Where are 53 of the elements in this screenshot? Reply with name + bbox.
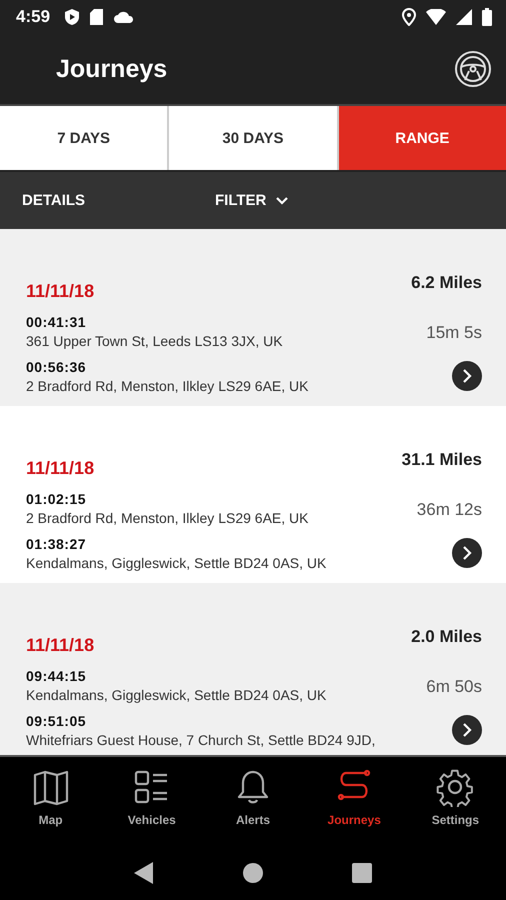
chevron-right-icon [461,722,473,738]
steering-wheel-icon[interactable] [454,50,492,88]
filter-dropdown[interactable]: FILTER [215,192,288,209]
start-time: 01:02:15 [26,491,88,507]
journey-date: 11/11/18 [26,281,96,302]
start-time: 09:44:15 [26,668,88,684]
page-title: Journeys [56,54,168,84]
shield-icon [64,8,80,26]
wifi-icon [426,9,446,25]
open-journey-button[interactable] [452,538,482,568]
nav-tab[interactable]: Settings [404,757,506,845]
chevron-right-icon [461,368,473,384]
details-button[interactable]: DETAILS [22,192,215,209]
signal-icon [456,9,472,25]
tab[interactable]: RANGE [338,106,506,170]
chevron-right-icon [461,545,473,561]
tab[interactable]: 30 DAYS [169,106,337,170]
back-icon[interactable] [134,862,154,884]
end-address: Kendalmans, Giggleswick, Settle BD24 0AS, UK [26,555,328,571]
chevron-down-icon [276,196,288,204]
location-icon [402,8,416,26]
open-journey-button[interactable] [452,715,482,745]
journey-duration: 15m 5s [426,323,482,343]
end-time: 09:51:05 [26,713,88,729]
start-address: 2 Bradford Rd, Menston, Ilkley LS29 6AE, UK [26,510,310,526]
journey-duration: 36m 12s [416,500,482,520]
journey-distance: 2.0 Miles [411,627,482,647]
cloud-icon [113,11,134,23]
journey-distance: 31.1 Miles [402,450,482,470]
journey-date: 11/11/18 [26,458,96,479]
home-icon[interactable] [242,862,263,882]
end-time: 00:56:36 [26,359,88,375]
sd-card-icon [90,9,104,25]
journey-duration: 6m 50s [426,677,482,697]
battery-icon [482,8,492,26]
status-time: 4:59 [16,7,50,27]
start-time: 00:41:31 [26,314,88,330]
end-time: 01:38:27 [26,536,88,552]
tab[interactable]: 7 DAYS [0,106,168,170]
nav-tab[interactable]: Journeys [304,757,405,845]
start-address: 361 Upper Town St, Leeds LS13 3JX, UK [26,333,284,349]
nav-tab[interactable]: Vehicles [101,757,202,845]
nav-tab[interactable]: Alerts [202,757,304,845]
open-journey-button[interactable] [452,361,482,391]
journey-distance: 6.2 Miles [411,273,482,293]
nav-tab[interactable]: Map [0,757,102,845]
recents-icon[interactable] [352,862,372,882]
journey-card[interactable]: 11/11/18 01:02:15 2 Bradford Rd, Menston, Ilkley LS29 6AE, UK 01:38:27 Kendalmans, Giggleswick, Settle BD24 0AS, UK 31.1 Miles 36m 12s [0,406,506,583]
end-address: Whitefriars Guest House, 7 Church St, Settle BD24 9JD, [26,732,376,748]
journey-date: 11/11/18 [26,635,96,656]
start-address: Kendalmans, Giggleswick, Settle BD24 0AS, UK [26,687,328,703]
end-address: 2 Bradford Rd, Menston, Ilkley LS29 6AE, UK [26,378,310,394]
gear-icon [435,769,476,807]
